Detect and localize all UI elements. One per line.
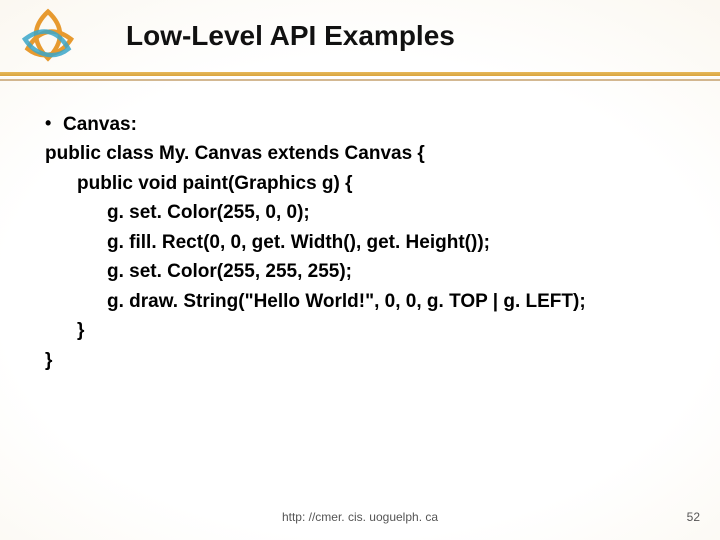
footer: http: //cmer. cis. uoguelph. ca 52 [0, 510, 720, 530]
page-number: 52 [687, 510, 700, 524]
code-line: } [45, 346, 675, 375]
bullet-item: • Canvas: [45, 110, 675, 139]
header: Low-Level API Examples [0, 0, 720, 72]
slide: Low-Level API Examples • Canvas: public … [0, 0, 720, 540]
bullet-icon: • [45, 110, 63, 138]
footer-url: http: //cmer. cis. uoguelph. ca [0, 510, 720, 524]
code-line: public class My. Canvas extends Canvas { [45, 139, 675, 168]
code-line: g. fill. Rect(0, 0, get. Width(), get. H… [45, 228, 675, 257]
header-divider [0, 72, 720, 86]
code-line: } [45, 316, 675, 345]
logo-icon [16, 4, 80, 68]
code-line: g. set. Color(255, 255, 255); [45, 257, 675, 286]
triquetra-logo [0, 0, 96, 72]
bullet-text: Canvas: [63, 110, 137, 139]
code-line: public void paint(Graphics g) { [45, 169, 675, 198]
code-line: g. draw. String("Hello World!", 0, 0, g.… [45, 287, 675, 316]
slide-title: Low-Level API Examples [96, 20, 720, 52]
code-line: g. set. Color(255, 0, 0); [45, 198, 675, 227]
slide-body: • Canvas: public class My. Canvas extend… [45, 110, 675, 375]
